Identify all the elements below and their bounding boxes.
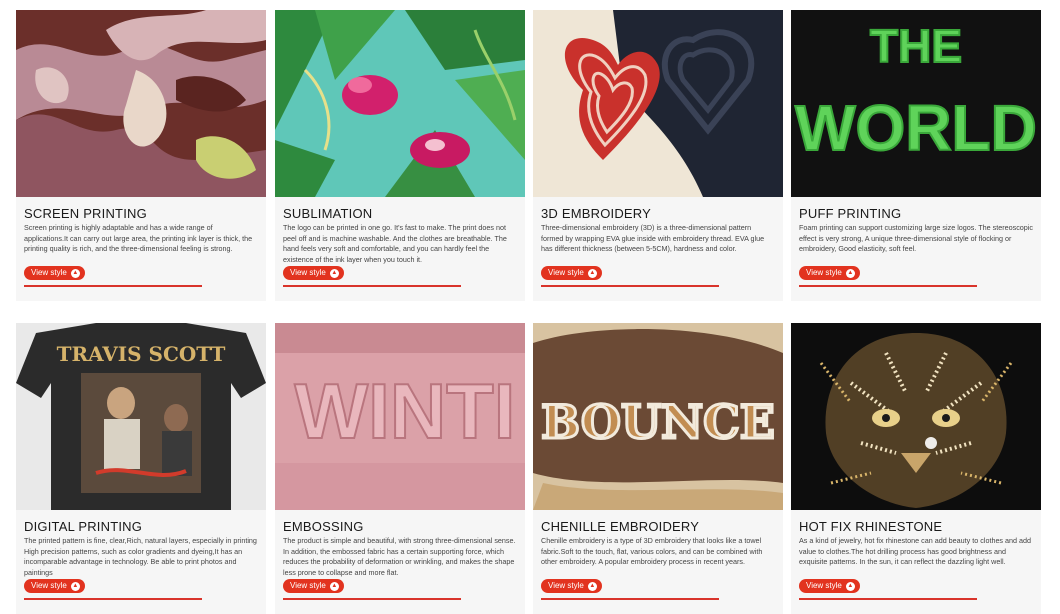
card-screen-printing: SCREEN PRINTING Screen printing is highl… xyxy=(16,10,266,301)
arrow-up-icon: ▲ xyxy=(329,581,339,591)
view-style-label: View style xyxy=(806,581,842,590)
card-title: 3D EMBROIDERY xyxy=(541,206,651,221)
card-body: EMBOSSING The product is simple and beau… xyxy=(275,510,525,614)
divider xyxy=(799,285,977,287)
card-description: Chenille embroidery is a type of 3D embr… xyxy=(541,536,763,567)
divider xyxy=(283,598,461,600)
divider xyxy=(283,285,461,287)
digital-text: TRAVIS SCOTT xyxy=(57,342,226,366)
embossing-text: WINTI xyxy=(295,367,516,455)
embossing-image[interactable]: WINTI xyxy=(275,323,525,510)
card-description: As a kind of jewelry, hot fix rhinestone… xyxy=(799,536,1032,567)
arrow-up-icon: ▲ xyxy=(587,581,597,591)
card-title: HOT FIX RHINESTONE xyxy=(799,519,943,534)
card-body: 3D EMBROIDERY Three-dimensional embroide… xyxy=(533,197,783,301)
view-style-label: View style xyxy=(31,581,67,590)
view-style-label: View style xyxy=(548,268,584,277)
card-title: CHENILLE EMBROIDERY xyxy=(541,519,700,534)
card-description: The logo can be printed in one go. It's … xyxy=(283,223,507,264)
chenille-text: BOUNCE xyxy=(541,395,775,449)
card-puff-printing: THE WORLD PUFF PRINTING Foam printing ca… xyxy=(791,10,1041,301)
card-title: SUBLIMATION xyxy=(283,206,373,221)
arrow-up-icon: ▲ xyxy=(329,268,339,278)
divider xyxy=(541,285,719,287)
card-description: Foam printing can support customizing la… xyxy=(799,223,1033,254)
puff-text-bottom: WORLD xyxy=(795,92,1037,164)
card-chenille-embroidery: BOUNCE CHENILLE EMBROIDERY Chenille embr… xyxy=(533,323,783,614)
view-style-button[interactable]: View style ▲ xyxy=(24,579,85,593)
view-style-button[interactable]: View style ▲ xyxy=(541,579,602,593)
card-body: CHENILLE EMBROIDERY Chenille embroidery … xyxy=(533,510,783,614)
arrow-up-icon: ▲ xyxy=(845,581,855,591)
view-style-label: View style xyxy=(548,581,584,590)
card-title: DIGITAL PRINTING xyxy=(24,519,143,534)
view-style-label: View style xyxy=(806,268,842,277)
card-title: EMBOSSING xyxy=(283,519,364,534)
puff-printing-image[interactable]: THE WORLD xyxy=(791,10,1041,197)
card-3d-embroidery: 3D EMBROIDERY Three-dimensional embroide… xyxy=(533,10,783,301)
arrow-up-icon: ▲ xyxy=(845,268,855,278)
view-style-button[interactable]: View style ▲ xyxy=(799,579,860,593)
screen-printing-image[interactable] xyxy=(16,10,266,197)
arrow-up-icon: ▲ xyxy=(70,268,80,278)
divider xyxy=(24,285,202,287)
view-style-button[interactable]: View style ▲ xyxy=(541,266,602,280)
card-sublimation: SUBLIMATION The logo can be printed in o… xyxy=(275,10,525,301)
view-style-label: View style xyxy=(290,581,326,590)
card-description: The product is simple and beautiful, wit… xyxy=(283,536,516,577)
divider xyxy=(541,598,719,600)
card-body: DIGITAL PRINTING The printed pattern is … xyxy=(16,510,266,614)
view-style-button[interactable]: View style ▲ xyxy=(24,266,85,280)
view-style-button[interactable]: View style ▲ xyxy=(799,266,860,280)
chenille-embroidery-image[interactable]: BOUNCE xyxy=(533,323,783,510)
card-body: PUFF PRINTING Foam printing can support … xyxy=(791,197,1041,301)
view-style-label: View style xyxy=(31,268,67,277)
divider xyxy=(24,598,202,600)
view-style-button[interactable]: View style ▲ xyxy=(283,579,344,593)
3d-embroidery-image[interactable] xyxy=(533,10,783,197)
card-description: The printed pattern is fine, clear,Rich,… xyxy=(24,536,257,577)
card-body: SUBLIMATION The logo can be printed in o… xyxy=(275,197,525,301)
card-description: Screen printing is highly adaptable and … xyxy=(24,223,253,254)
card-title: SCREEN PRINTING xyxy=(24,206,147,221)
sublimation-image[interactable] xyxy=(275,10,525,197)
digital-printing-image[interactable]: TRAVIS SCOTT xyxy=(16,323,266,510)
arrow-up-icon: ▲ xyxy=(70,581,80,591)
card-hot-fix-rhinestone: HOT FIX RHINESTONE As a kind of jewelry,… xyxy=(791,323,1041,614)
card-body: SCREEN PRINTING Screen printing is highl… xyxy=(16,197,266,301)
card-digital-printing: TRAVIS SCOTT DIGITAL PRINTING The printe… xyxy=(16,323,266,614)
card-body: HOT FIX RHINESTONE As a kind of jewelry,… xyxy=(791,510,1041,614)
card-description: Three-dimensional embroidery (3D) is a t… xyxy=(541,223,765,254)
view-style-label: View style xyxy=(290,268,326,277)
divider xyxy=(799,598,977,600)
hot-fix-rhinestone-image[interactable] xyxy=(791,323,1041,510)
puff-text-top: THE xyxy=(870,20,962,72)
arrow-up-icon: ▲ xyxy=(587,268,597,278)
view-style-button[interactable]: View style ▲ xyxy=(283,266,344,280)
card-embossing: WINTI EMBOSSING The product is simple an… xyxy=(275,323,525,614)
card-title: PUFF PRINTING xyxy=(799,206,902,221)
